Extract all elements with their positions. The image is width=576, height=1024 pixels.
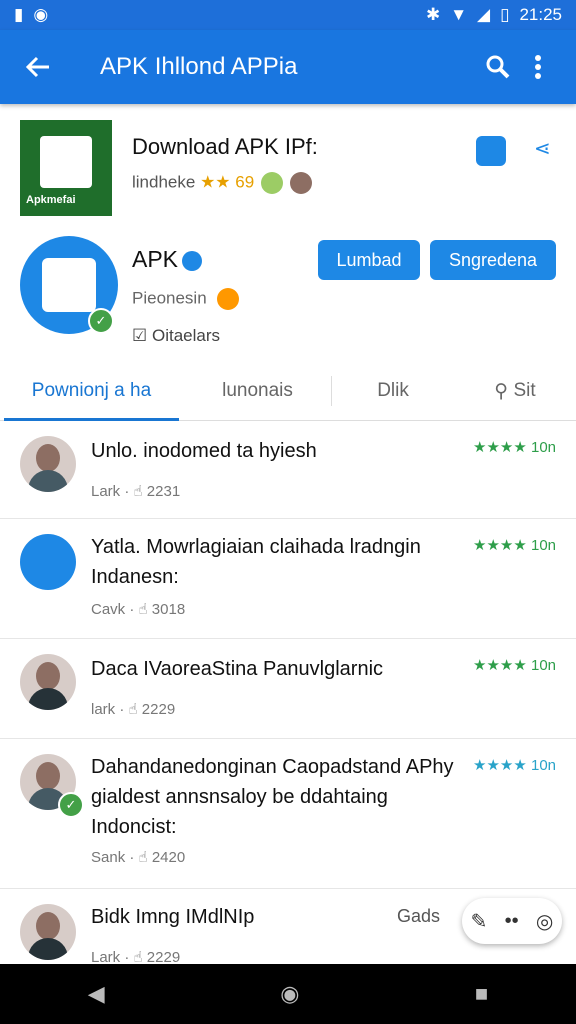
settings-icon: ⚲ bbox=[494, 380, 509, 402]
primary-button[interactable]: Lumbad bbox=[318, 240, 420, 280]
collapse-icon[interactable]: ⋖ bbox=[534, 136, 551, 161]
list-item[interactable]: Daca IVaoreaStina Panuvlglarnic lark · ☝… bbox=[0, 638, 576, 739]
post-meta: Sank · ☝ 2420 bbox=[91, 849, 186, 866]
tab-4[interactable]: ⚲ Sit bbox=[454, 362, 576, 420]
avatar[interactable] bbox=[20, 654, 76, 710]
profile-checkbox[interactable]: ☑ Oitaelars bbox=[132, 326, 220, 346]
profile-name: APK bbox=[132, 246, 203, 273]
system-nav-bar: ◀ ◉ ■ bbox=[0, 964, 576, 1024]
signal-icon: ◢ bbox=[477, 5, 491, 24]
battery-icon: ▯ bbox=[500, 5, 510, 24]
verified-check-icon: ✓ bbox=[88, 308, 114, 334]
sync-icon: ◉ bbox=[33, 5, 49, 24]
status-bar: ▮ ◉ ✱ ▼ ◢ ▯ 21:25 bbox=[0, 0, 576, 30]
recents-nav-icon[interactable]: ■ bbox=[475, 981, 488, 1007]
app-logo[interactable]: Apkmefai bbox=[20, 120, 112, 216]
status-time: 21:25 bbox=[519, 5, 562, 24]
circle-icon[interactable]: ◎ bbox=[536, 909, 553, 934]
post-score: ★★★★ 10n bbox=[473, 537, 556, 554]
post-meta: lark · ☝ 2229 bbox=[91, 701, 176, 718]
avatar[interactable] bbox=[20, 534, 76, 590]
app-subtitle: lindheke ★★ 69 bbox=[132, 172, 312, 194]
notification-icon: ▮ bbox=[14, 5, 24, 24]
tab-1[interactable]: Pownionj a ha bbox=[0, 362, 183, 421]
post-text: Bidk Imng IMdlNIp bbox=[91, 906, 255, 928]
emoji-icon bbox=[217, 288, 240, 310]
more-icon[interactable]: •• bbox=[505, 910, 519, 933]
rating-stars: ★★ 69 bbox=[200, 172, 255, 192]
more-vert-icon[interactable] bbox=[518, 47, 558, 87]
verified-check-icon: ✓ bbox=[58, 792, 84, 818]
post-meta: Cavk · ☝ 3018 bbox=[91, 601, 186, 618]
verified-icon bbox=[182, 250, 203, 271]
post-text: Daca IVaoreaStina Panuvlglarnic bbox=[91, 658, 384, 680]
list-item[interactable]: Unlo. inodomed ta hyiesh Lark · ☝ 2231 ★… bbox=[0, 420, 576, 519]
search-icon[interactable] bbox=[478, 47, 518, 87]
back-nav-icon[interactable]: ◀ bbox=[88, 981, 105, 1007]
home-nav-icon[interactable]: ◉ bbox=[280, 981, 299, 1007]
app-title: Download APK IPf: bbox=[132, 134, 318, 159]
share-icon[interactable] bbox=[476, 136, 506, 166]
list-item[interactable]: ✓ Dahandanedonginan Caopadstand APhy gia… bbox=[0, 738, 576, 889]
bluetooth-icon: ✱ bbox=[425, 5, 441, 24]
post-text: Unlo. inodomed ta hyiesh bbox=[91, 440, 317, 462]
avatar[interactable] bbox=[20, 904, 76, 960]
back-arrow-icon[interactable] bbox=[18, 47, 58, 87]
post-text: Yatla. Mowrlagiaian claihada lradngin In… bbox=[91, 536, 421, 588]
wifi-icon: ▼ bbox=[450, 5, 468, 24]
profile-subtitle: Pieonesin bbox=[132, 288, 240, 310]
secondary-button[interactable]: Sngredena bbox=[430, 240, 556, 280]
tab-bar: Pownionj a ha lunonais Dlik ⚲ Sit bbox=[0, 362, 576, 421]
avatar[interactable] bbox=[20, 436, 76, 492]
emoji-icon bbox=[260, 172, 283, 194]
tab-3[interactable]: Dlik bbox=[332, 362, 454, 420]
floating-action-pill[interactable]: ✎ •• ◎ bbox=[462, 898, 562, 944]
emoji-icon bbox=[289, 172, 312, 194]
post-score: ★★★★ 10n bbox=[473, 657, 556, 674]
post-score: ★★★★ 10n bbox=[473, 439, 556, 456]
post-meta: Lark · ☝ 2231 bbox=[91, 483, 181, 500]
profile-section: ✓ APK Pieonesin ☑ Oitaelars Lumbad Sngre… bbox=[20, 236, 560, 356]
app-header: Apkmefai Download APK IPf: lindheke ★★ 6… bbox=[20, 120, 560, 216]
post-score: ★★★★ 10n bbox=[473, 757, 556, 774]
list-item[interactable]: Yatla. Mowrlagiaian claihada lradngin In… bbox=[0, 518, 576, 639]
edit-icon[interactable]: ✎ bbox=[471, 909, 488, 934]
app-bar: APK Ihllond APPia bbox=[0, 30, 576, 104]
checkbox-icon[interactable]: ☑ bbox=[132, 326, 147, 345]
profile-avatar[interactable]: ✓ bbox=[20, 236, 118, 334]
post-text: Dahandanedonginan Caopadstand APhy giald… bbox=[91, 756, 454, 838]
tab-2[interactable]: lunonais bbox=[183, 362, 333, 420]
app-bar-title: APK Ihllond APPia bbox=[100, 53, 298, 80]
post-score: Gads bbox=[396, 906, 440, 926]
